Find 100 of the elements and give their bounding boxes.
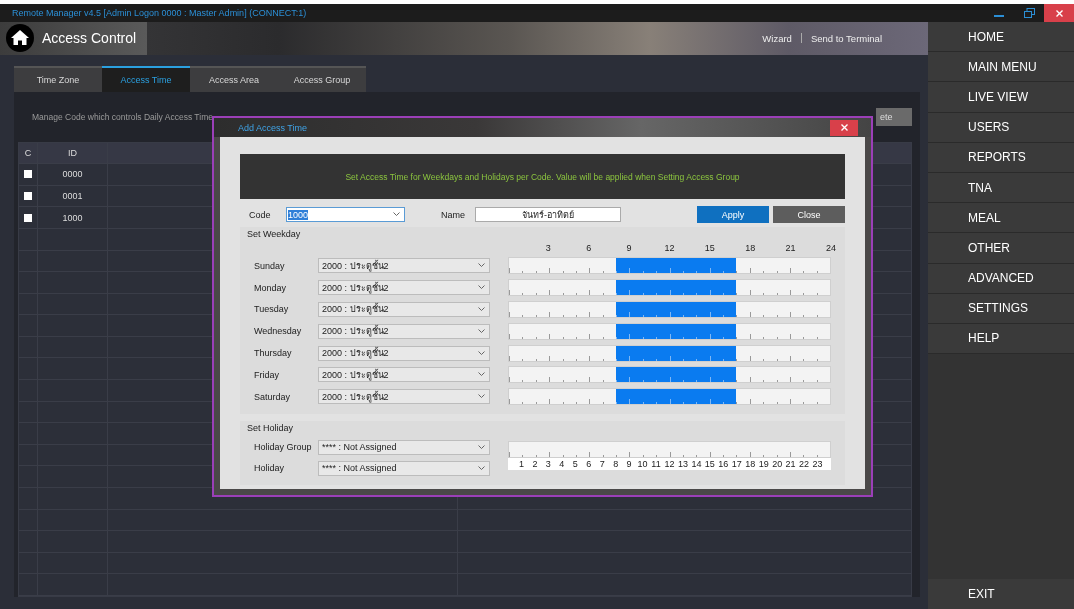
day-label: Saturday [254,391,292,402]
menu-item[interactable]: LIVE VIEW [928,82,1074,113]
hour-scale-label: 12 [664,243,675,255]
hour-scale-label: 18 [745,243,756,255]
active-hour-fill[interactable] [616,389,630,405]
menu-item[interactable]: SETTINGS [928,293,1074,324]
day-label: Friday [254,369,280,380]
time-bar[interactable] [508,279,831,297]
id-cell: 0000 [62,169,83,180]
hour-label: 14 [691,458,702,469]
apply-button[interactable]: Apply [697,206,769,223]
hour-label: 1 [518,458,524,469]
active-hour-fill[interactable] [723,367,737,383]
close-button[interactable] [830,119,858,136]
menu-item[interactable]: REPORTS [928,142,1074,173]
dropdown-caret-icon [478,328,485,334]
active-hour-fill[interactable] [616,345,630,361]
menu-item[interactable]: HOME [928,22,1074,53]
hour-label: 16 [718,458,729,469]
close-icon [1055,9,1063,17]
exit-button[interactable]: EXIT [928,578,1074,609]
time-bar[interactable] [508,366,831,384]
section-title: Set Holiday [246,422,295,435]
dropdown-caret-icon [478,372,485,378]
tab[interactable]: Access Area [190,65,278,92]
close-icon [840,124,848,131]
hour-scale-label: 6 [586,243,592,255]
tab[interactable]: Time Zone [14,65,102,92]
time-zone-dropdown[interactable]: 2000 : ประตูชั้น2 [318,323,490,339]
row-checkbox[interactable] [24,170,32,179]
day-label: Wednesday [254,326,303,337]
menu-item[interactable]: MAIN MENU [928,52,1074,83]
code-dropdown[interactable]: 1000 [286,207,405,222]
active-hour-fill[interactable] [616,258,630,274]
row-checkbox[interactable] [24,213,32,222]
menu-item[interactable]: OTHER [928,233,1074,264]
page-title: Access Control [42,30,137,47]
hour-label: 5 [572,458,578,469]
active-hour-fill[interactable] [723,280,737,296]
active-hour-fill[interactable] [723,345,737,361]
time-bar[interactable] [508,322,831,340]
tab[interactable]: Access Time [102,65,190,92]
active-hour-fill[interactable] [723,323,737,339]
time-bar[interactable] [508,301,831,318]
banner-text: Set Access Time for Weekdays and Holidays per Code. Value will be applied when Setting Access Group [345,171,740,182]
time-bar[interactable] [508,388,831,406]
row-checkbox[interactable] [24,192,32,200]
home-icon[interactable] [6,24,34,53]
active-hour-fill[interactable] [616,302,630,317]
menu-item[interactable]: TNA [928,172,1074,204]
dropdown-caret-icon [478,350,485,356]
window-title: Remote Manager v4.5 [Admin Logon 0000 : Master Admin] (CONNECT:1) [12,8,307,18]
time-zone-dropdown[interactable]: 2000 : ประตูชั้น2 [318,302,490,317]
hour-label: 7 [599,458,605,469]
menu-item[interactable]: HELP [928,323,1074,355]
dropdown-caret-icon [478,263,485,269]
time-bar[interactable] [508,344,831,362]
field-label: Code [249,209,272,220]
active-hour-fill[interactable] [723,258,737,274]
field-label: Name [441,209,465,220]
hour-label: 6 [586,458,592,469]
menu-item[interactable]: USERS [928,112,1074,143]
tab[interactable]: Access Group [278,65,366,92]
field-label: Holiday Group [254,442,313,453]
hour-label: 3 [545,458,551,469]
description-text: Manage Code which controls Daily Access Time [32,111,213,122]
name-input[interactable]: จันทร์-อาทิตย์ [475,207,621,222]
active-hour-fill[interactable] [723,389,737,405]
time-zone-dropdown[interactable]: 2000 : ประตูชั้น2 [318,345,490,361]
dialog-title: Add Access Time [238,122,308,133]
hour-label: 11 [651,458,661,469]
dropdown-caret-icon [478,465,485,471]
active-hour-fill[interactable] [616,367,630,383]
active-hour-fill[interactable] [723,302,737,317]
id-cell: 0001 [62,191,83,201]
time-zone-dropdown[interactable]: 2000 : ประตูชั้น2 [318,367,490,383]
hour-label: 12 [664,458,675,469]
dropdown-caret-icon [478,444,485,450]
close-button[interactable] [1044,4,1074,22]
header-link[interactable]: Wizard [762,32,792,44]
header-link[interactable]: Send to Terminal [810,32,882,44]
restore-icon [1023,8,1035,18]
hour-label: 22 [799,458,810,469]
active-hour-fill[interactable] [616,280,630,296]
time-zone-dropdown[interactable]: 2000 : ประตูชั้น2 [318,280,490,296]
active-hour-fill[interactable] [616,323,630,339]
hour-scale-label: 24 [826,243,836,255]
section-title: Set Weekday [246,229,302,241]
time-zone-dropdown[interactable]: 2000 : ประตูชั้น2 [318,258,490,274]
menu-item[interactable]: MEAL [928,203,1074,234]
holiday-dropdown[interactable]: **** : Not Assigned [318,460,490,476]
dropdown-caret-icon [478,307,485,312]
menu-item[interactable]: ADVANCED [928,263,1074,294]
time-bar[interactable] [508,257,831,275]
delete-button[interactable]: ete [876,107,912,126]
hour-label: 19 [758,458,769,469]
close-dialog-button[interactable]: Close [773,206,845,223]
holiday-dropdown[interactable]: **** : Not Assigned [318,439,490,455]
hour-label: 13 [677,458,688,469]
time-zone-dropdown[interactable]: 2000 : ประตูชั้น2 [318,389,490,405]
